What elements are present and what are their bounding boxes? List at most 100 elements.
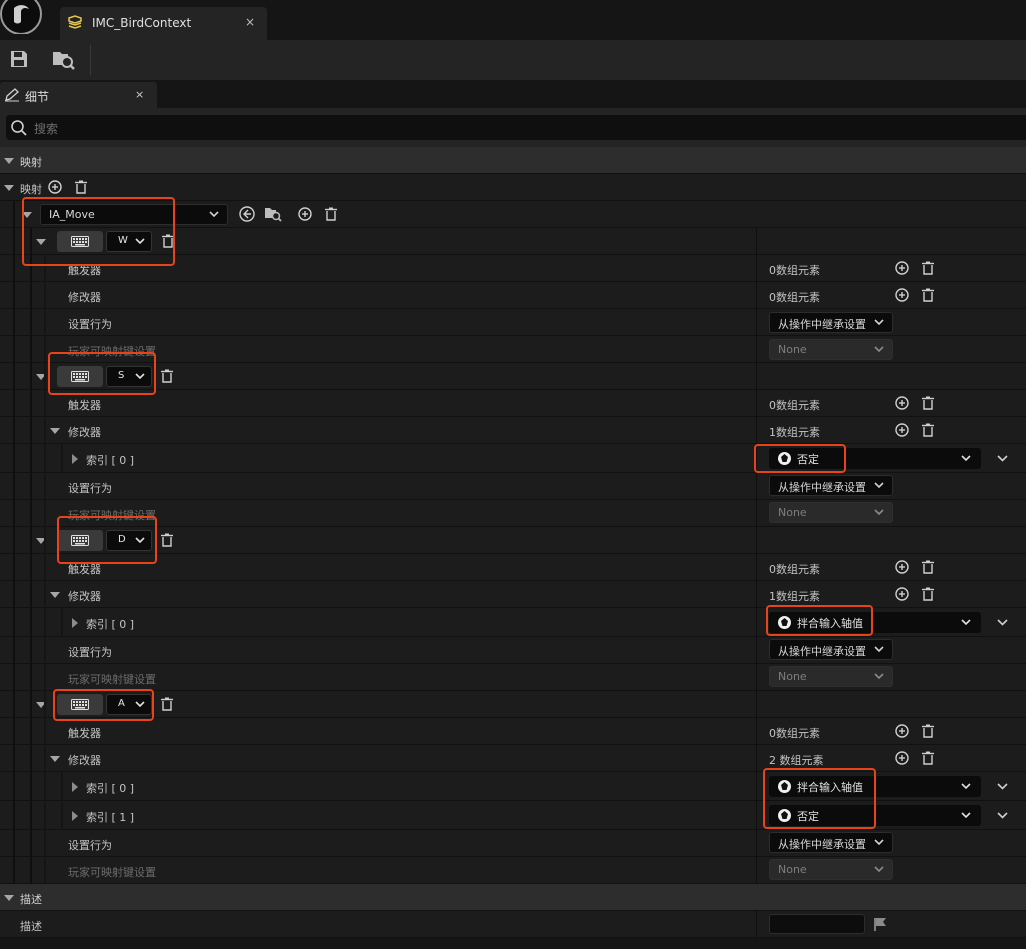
settings-behavior-combo[interactable]: 从操作中继承设置 xyxy=(769,832,893,853)
triggers-count: 0数组元素 xyxy=(769,727,820,740)
chevron-down-icon xyxy=(961,619,971,626)
description-label: 描述 xyxy=(20,920,42,933)
use-selected-asset-icon[interactable] xyxy=(239,206,255,222)
category-description[interactable]: 描述 xyxy=(0,884,1026,911)
expand-arrow-icon[interactable] xyxy=(4,185,14,191)
pencil-icon xyxy=(4,88,20,102)
combo-value: 从操作中继承设置 xyxy=(778,318,866,331)
delete-mapping-icon[interactable] xyxy=(324,207,338,221)
tree-indent-line xyxy=(61,608,63,637)
add-element-icon[interactable] xyxy=(895,724,909,738)
modifiers-count: 1数组元素 xyxy=(769,590,820,603)
close-panel-icon[interactable]: × xyxy=(135,88,144,101)
highlight-box xyxy=(53,689,154,721)
add-element-icon[interactable] xyxy=(895,396,909,410)
add-element-icon[interactable] xyxy=(895,751,909,765)
triggers-label: 触发器 xyxy=(68,727,101,740)
expand-arrow-icon[interactable] xyxy=(50,428,60,434)
expand-arrow-icon[interactable] xyxy=(72,811,78,821)
expand-arrow-icon[interactable] xyxy=(72,782,78,792)
add-element-icon[interactable] xyxy=(895,423,909,437)
settings-behavior-label: 设置行为 xyxy=(68,839,112,852)
player-mappable-combo: None xyxy=(769,859,893,880)
settings-behavior-row: 设置行为 从操作中继承设置 xyxy=(0,309,1026,336)
player-mappable-row: 玩家可映射键设置 None xyxy=(0,857,1026,884)
chevron-down-icon xyxy=(874,866,884,873)
triggers-count: 0数组元素 xyxy=(769,264,820,277)
toolbar xyxy=(0,40,1026,80)
chevron-down-icon xyxy=(874,839,884,846)
add-element-icon[interactable] xyxy=(895,288,909,302)
delete-all-icon[interactable] xyxy=(921,587,935,601)
document-tab-title: IMC_BirdContext xyxy=(92,16,192,30)
player-mappable-combo: None xyxy=(769,666,893,687)
details-panel-tab[interactable]: 细节 × xyxy=(0,82,157,108)
chevron-down-icon[interactable] xyxy=(997,812,1008,819)
settings-behavior-combo[interactable]: 从操作中继承设置 xyxy=(769,475,893,496)
index-label: 索引 [ 0 ] xyxy=(86,782,135,795)
expand-arrow-icon[interactable] xyxy=(72,618,78,628)
delete-all-icon[interactable] xyxy=(921,288,935,302)
delete-all-icon[interactable] xyxy=(921,724,935,738)
modifiers-label: 修改器 xyxy=(68,291,101,304)
delete-all-icon[interactable] xyxy=(74,180,88,194)
delete-key-icon[interactable] xyxy=(160,697,174,711)
highlight-box xyxy=(22,197,175,266)
browse-to-asset-icon[interactable] xyxy=(52,49,76,71)
delete-key-icon[interactable] xyxy=(160,533,174,547)
add-element-icon[interactable] xyxy=(48,180,62,194)
delete-all-icon[interactable] xyxy=(921,560,935,574)
delete-all-icon[interactable] xyxy=(921,396,935,410)
highlight-box xyxy=(57,516,157,564)
settings-behavior-label: 设置行为 xyxy=(68,482,112,495)
delete-all-icon[interactable] xyxy=(921,751,935,765)
highlight-box xyxy=(766,605,873,636)
add-key-icon[interactable] xyxy=(298,207,312,221)
save-icon[interactable] xyxy=(9,49,29,69)
delete-all-icon[interactable] xyxy=(921,423,935,437)
search-input[interactable]: 搜索 xyxy=(6,115,1026,140)
modifier-index-row: 索引 [ 0 ] 否定 xyxy=(0,444,1026,473)
combo-value: 从操作中继承设置 xyxy=(778,838,866,851)
expand-arrow-icon[interactable] xyxy=(72,454,78,464)
combo-value: None xyxy=(778,506,807,519)
delete-all-icon[interactable] xyxy=(921,261,935,275)
expand-arrow-icon[interactable] xyxy=(50,592,60,598)
triggers-count: 0数组元素 xyxy=(769,563,820,576)
chevron-down-icon[interactable] xyxy=(997,619,1008,626)
localization-flag-icon[interactable] xyxy=(873,917,887,931)
category-label: 描述 xyxy=(20,893,42,906)
highlight-box xyxy=(763,768,876,829)
chevron-down-icon xyxy=(874,673,884,680)
category-label: 映射 xyxy=(20,156,42,169)
settings-behavior-combo[interactable]: 从操作中继承设置 xyxy=(769,639,893,660)
tree-indent-line xyxy=(13,201,15,884)
delete-key-icon[interactable] xyxy=(160,369,174,383)
description-input[interactable] xyxy=(769,914,865,934)
chevron-down-icon xyxy=(961,455,971,462)
tree-indent-line xyxy=(30,228,32,884)
browse-asset-icon[interactable] xyxy=(264,206,282,222)
modifiers-row: 修改器 1数组元素 xyxy=(0,581,1026,608)
collapse-arrow-icon[interactable] xyxy=(4,158,14,164)
expand-arrow-icon[interactable] xyxy=(50,756,60,762)
chevron-down-icon xyxy=(874,346,884,353)
add-element-icon[interactable] xyxy=(895,261,909,275)
document-tab[interactable]: IMC_BirdContext × xyxy=(60,7,267,40)
chevron-down-icon xyxy=(209,211,219,218)
index-label: 索引 [ 0 ] xyxy=(86,454,135,467)
add-element-icon[interactable] xyxy=(895,560,909,574)
modifiers-label: 修改器 xyxy=(68,426,101,439)
settings-behavior-combo[interactable]: 从操作中继承设置 xyxy=(769,312,893,333)
category-mappings[interactable]: 映射 xyxy=(0,147,1026,174)
chevron-down-icon[interactable] xyxy=(997,455,1008,462)
settings-behavior-row: 设置行为 从操作中继承设置 xyxy=(0,473,1026,500)
chevron-down-icon[interactable] xyxy=(997,783,1008,790)
modifiers-row: 修改器 0数组元素 xyxy=(0,282,1026,309)
collapse-arrow-icon[interactable] xyxy=(4,895,14,901)
close-tab-icon[interactable]: × xyxy=(245,15,255,29)
unreal-logo-icon[interactable] xyxy=(0,0,44,34)
add-element-icon[interactable] xyxy=(895,587,909,601)
player-mappable-row: 玩家可映射键设置 None xyxy=(0,664,1026,691)
player-mappable-combo: None xyxy=(769,339,893,360)
